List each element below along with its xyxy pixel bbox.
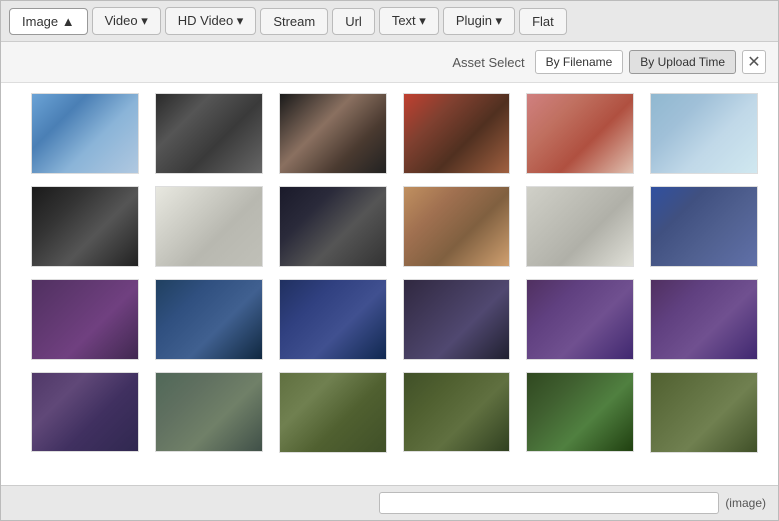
main-container: Image ▲ Video ▾ HD Video ▾ Stream Url Te… (0, 0, 779, 521)
image-item[interactable] (526, 372, 634, 453)
tab-text[interactable]: Text ▾ (379, 7, 439, 35)
close-button[interactable]: ✕ (742, 50, 766, 74)
sort-by-filename-button[interactable]: By Filename (535, 50, 624, 74)
tab-video[interactable]: Video ▾ (92, 7, 161, 35)
image-item[interactable] (403, 372, 511, 453)
image-item[interactable] (155, 186, 263, 267)
image-item[interactable] (650, 93, 758, 174)
image-item[interactable] (403, 93, 511, 174)
bottom-label: (image) (725, 496, 766, 510)
image-item[interactable] (650, 279, 758, 360)
tab-plugin[interactable]: Plugin ▾ (443, 7, 515, 35)
image-item[interactable] (403, 186, 511, 267)
tab-image[interactable]: Image ▲ (9, 8, 88, 35)
image-item[interactable] (279, 372, 387, 453)
image-item[interactable] (650, 186, 758, 267)
image-grid (31, 93, 758, 453)
image-item[interactable] (526, 186, 634, 267)
asset-select-bar: Asset Select By Filename By Upload Time … (1, 42, 778, 83)
image-item[interactable] (526, 93, 634, 174)
image-item[interactable] (279, 186, 387, 267)
tab-stream[interactable]: Stream (260, 8, 328, 35)
image-item[interactable] (279, 279, 387, 360)
image-item[interactable] (31, 186, 139, 267)
image-item[interactable] (31, 279, 139, 360)
image-item[interactable] (31, 93, 139, 174)
image-item[interactable] (279, 93, 387, 174)
image-item[interactable] (155, 279, 263, 360)
image-grid-container[interactable] (1, 83, 778, 485)
tab-hd-video[interactable]: HD Video ▾ (165, 7, 257, 35)
image-item[interactable] (403, 279, 511, 360)
tab-url[interactable]: Url (332, 8, 375, 35)
image-item[interactable] (650, 372, 758, 453)
toolbar: Image ▲ Video ▾ HD Video ▾ Stream Url Te… (1, 1, 778, 42)
bottom-input[interactable] (379, 492, 719, 514)
image-item[interactable] (155, 372, 263, 453)
image-item[interactable] (155, 93, 263, 174)
bottom-bar: (image) (1, 485, 778, 520)
image-item[interactable] (526, 279, 634, 360)
asset-select-label: Asset Select (452, 55, 524, 70)
sort-by-upload-time-button[interactable]: By Upload Time (629, 50, 736, 74)
image-item[interactable] (31, 372, 139, 453)
tab-flat[interactable]: Flat (519, 8, 567, 35)
